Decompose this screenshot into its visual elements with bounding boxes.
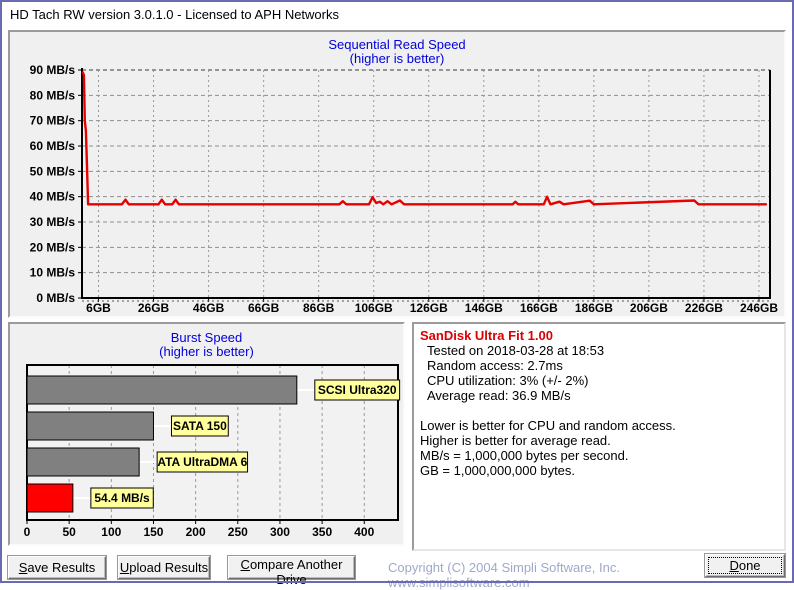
- done-label: Done: [729, 558, 761, 573]
- burst-bar: [26, 483, 74, 513]
- sequential-chart-subtitle: (higher is better): [349, 51, 445, 66]
- burst-x-tick-label: 400: [354, 525, 374, 539]
- app-title: HD Tach RW version 3.0.1.0 - Licensed to…: [10, 7, 339, 22]
- sequential-read-plot: 0 MB/s 10 MB/s 20 MB/s 30 MB/s 40 MB/s 50 MB/…: [30, 63, 779, 315]
- seq-x-tick-label: 206GB: [630, 301, 668, 315]
- seq-y-tick-label: 0 MB/s: [36, 291, 75, 305]
- drive-note-line: Higher is better for average read.: [420, 433, 611, 448]
- copyright-text: Copyright (C) 2004 Simpli Software, Inc.…: [388, 560, 620, 590]
- seq-y-tick-label: 50 MB/s: [30, 164, 76, 178]
- seq-y-tick-label: 80 MB/s: [30, 88, 76, 102]
- burst-x-tick-label: 200: [186, 525, 206, 539]
- burst-chart-subtitle: (higher is better): [159, 344, 254, 359]
- drive-title: SanDisk Ultra Fit 1.00: [420, 328, 553, 343]
- seq-x-tick-label: 6GB: [86, 301, 111, 315]
- drive-note-line: MB/s = 1,000,000 bytes per second.: [420, 448, 629, 463]
- save-results-button[interactable]: Save Results: [8, 556, 106, 579]
- burst-x-tick-label: 0: [24, 525, 31, 539]
- burst-x-tick-label: 100: [101, 525, 121, 539]
- seq-y-tick-label: 30 MB/s: [30, 215, 76, 229]
- done-button[interactable]: Done: [705, 554, 785, 577]
- seq-x-tick-label: 126GB: [410, 301, 448, 315]
- burst-x-tick-label: 150: [143, 525, 163, 539]
- drive-detail-line: Average read: 36.9 MB/s: [427, 388, 571, 403]
- burst-speed-panel: 0 50 100 150 200 250 300 350 400 SCSI Ultra320 SAT…: [8, 322, 405, 546]
- burst-chart-title: Burst Speed: [170, 330, 243, 345]
- seq-x-tick-label: 246GB: [740, 301, 778, 315]
- burst-x-tick-label: 350: [312, 525, 332, 539]
- burst-bar: [26, 447, 140, 477]
- seq-x-tick-label: 186GB: [575, 301, 613, 315]
- burst-bar-label: 54.4 MB/s: [94, 491, 150, 505]
- seq-x-tick-label: 26GB: [138, 301, 170, 315]
- burst-bar: [26, 411, 154, 441]
- seq-x-tick-label: 66GB: [248, 301, 280, 315]
- drive-note-line: GB = 1,000,000,000 bytes.: [420, 463, 576, 478]
- seq-x-tick-label: 86GB: [303, 301, 335, 315]
- seq-x-tick-label: 46GB: [193, 301, 225, 315]
- burst-bar: [26, 375, 298, 405]
- burst-x-tick-label: 250: [228, 525, 248, 539]
- save-results-label: Save Results: [18, 560, 96, 575]
- seq-plot-area: [82, 70, 770, 298]
- seq-x-tick-label: 226GB: [685, 301, 723, 315]
- drive-detail-line: CPU utilization: 3% (+/- 2%): [427, 373, 589, 388]
- drive-detail-line: Tested on 2018-03-28 at 18:53: [427, 343, 605, 358]
- seq-x-tick-label: 146GB: [465, 301, 503, 315]
- seq-y-tick-label: 60 MB/s: [30, 139, 76, 153]
- burst-x-tick-label: 300: [270, 525, 290, 539]
- burst-bar-label: ATA UltraDMA 6: [157, 455, 247, 469]
- drive-info-panel: SanDisk Ultra Fit 1.00 Tested on 2018-03…: [412, 322, 786, 551]
- burst-bar-label: SATA 150: [173, 419, 227, 433]
- upload-results-label: Upload Results: [119, 560, 209, 575]
- seq-y-tick-label: 10 MB/s: [30, 266, 76, 280]
- seq-x-tick-label: 166GB: [520, 301, 558, 315]
- burst-x-tick-label: 50: [62, 525, 76, 539]
- seq-y-tick-label: 40 MB/s: [30, 190, 76, 204]
- sequential-chart-title: Sequential Read Speed: [328, 37, 466, 52]
- compare-another-drive-button[interactable]: Compare Another Drive: [228, 556, 355, 587]
- drive-note-line: Lower is better for CPU and random acces…: [420, 418, 676, 433]
- sequential-read-panel: 0 MB/s 10 MB/s 20 MB/s 30 MB/s 40 MB/s 50 MB/…: [8, 30, 786, 318]
- upload-results-button[interactable]: Upload Results: [118, 556, 210, 579]
- seq-y-tick-label: 70 MB/s: [30, 114, 76, 128]
- seq-y-tick-label: 20 MB/s: [30, 240, 76, 254]
- burst-bar-label: SCSI Ultra320: [318, 383, 397, 397]
- drive-detail-line: Random access: 2.7ms: [427, 358, 563, 373]
- seq-x-tick-label: 106GB: [355, 301, 393, 315]
